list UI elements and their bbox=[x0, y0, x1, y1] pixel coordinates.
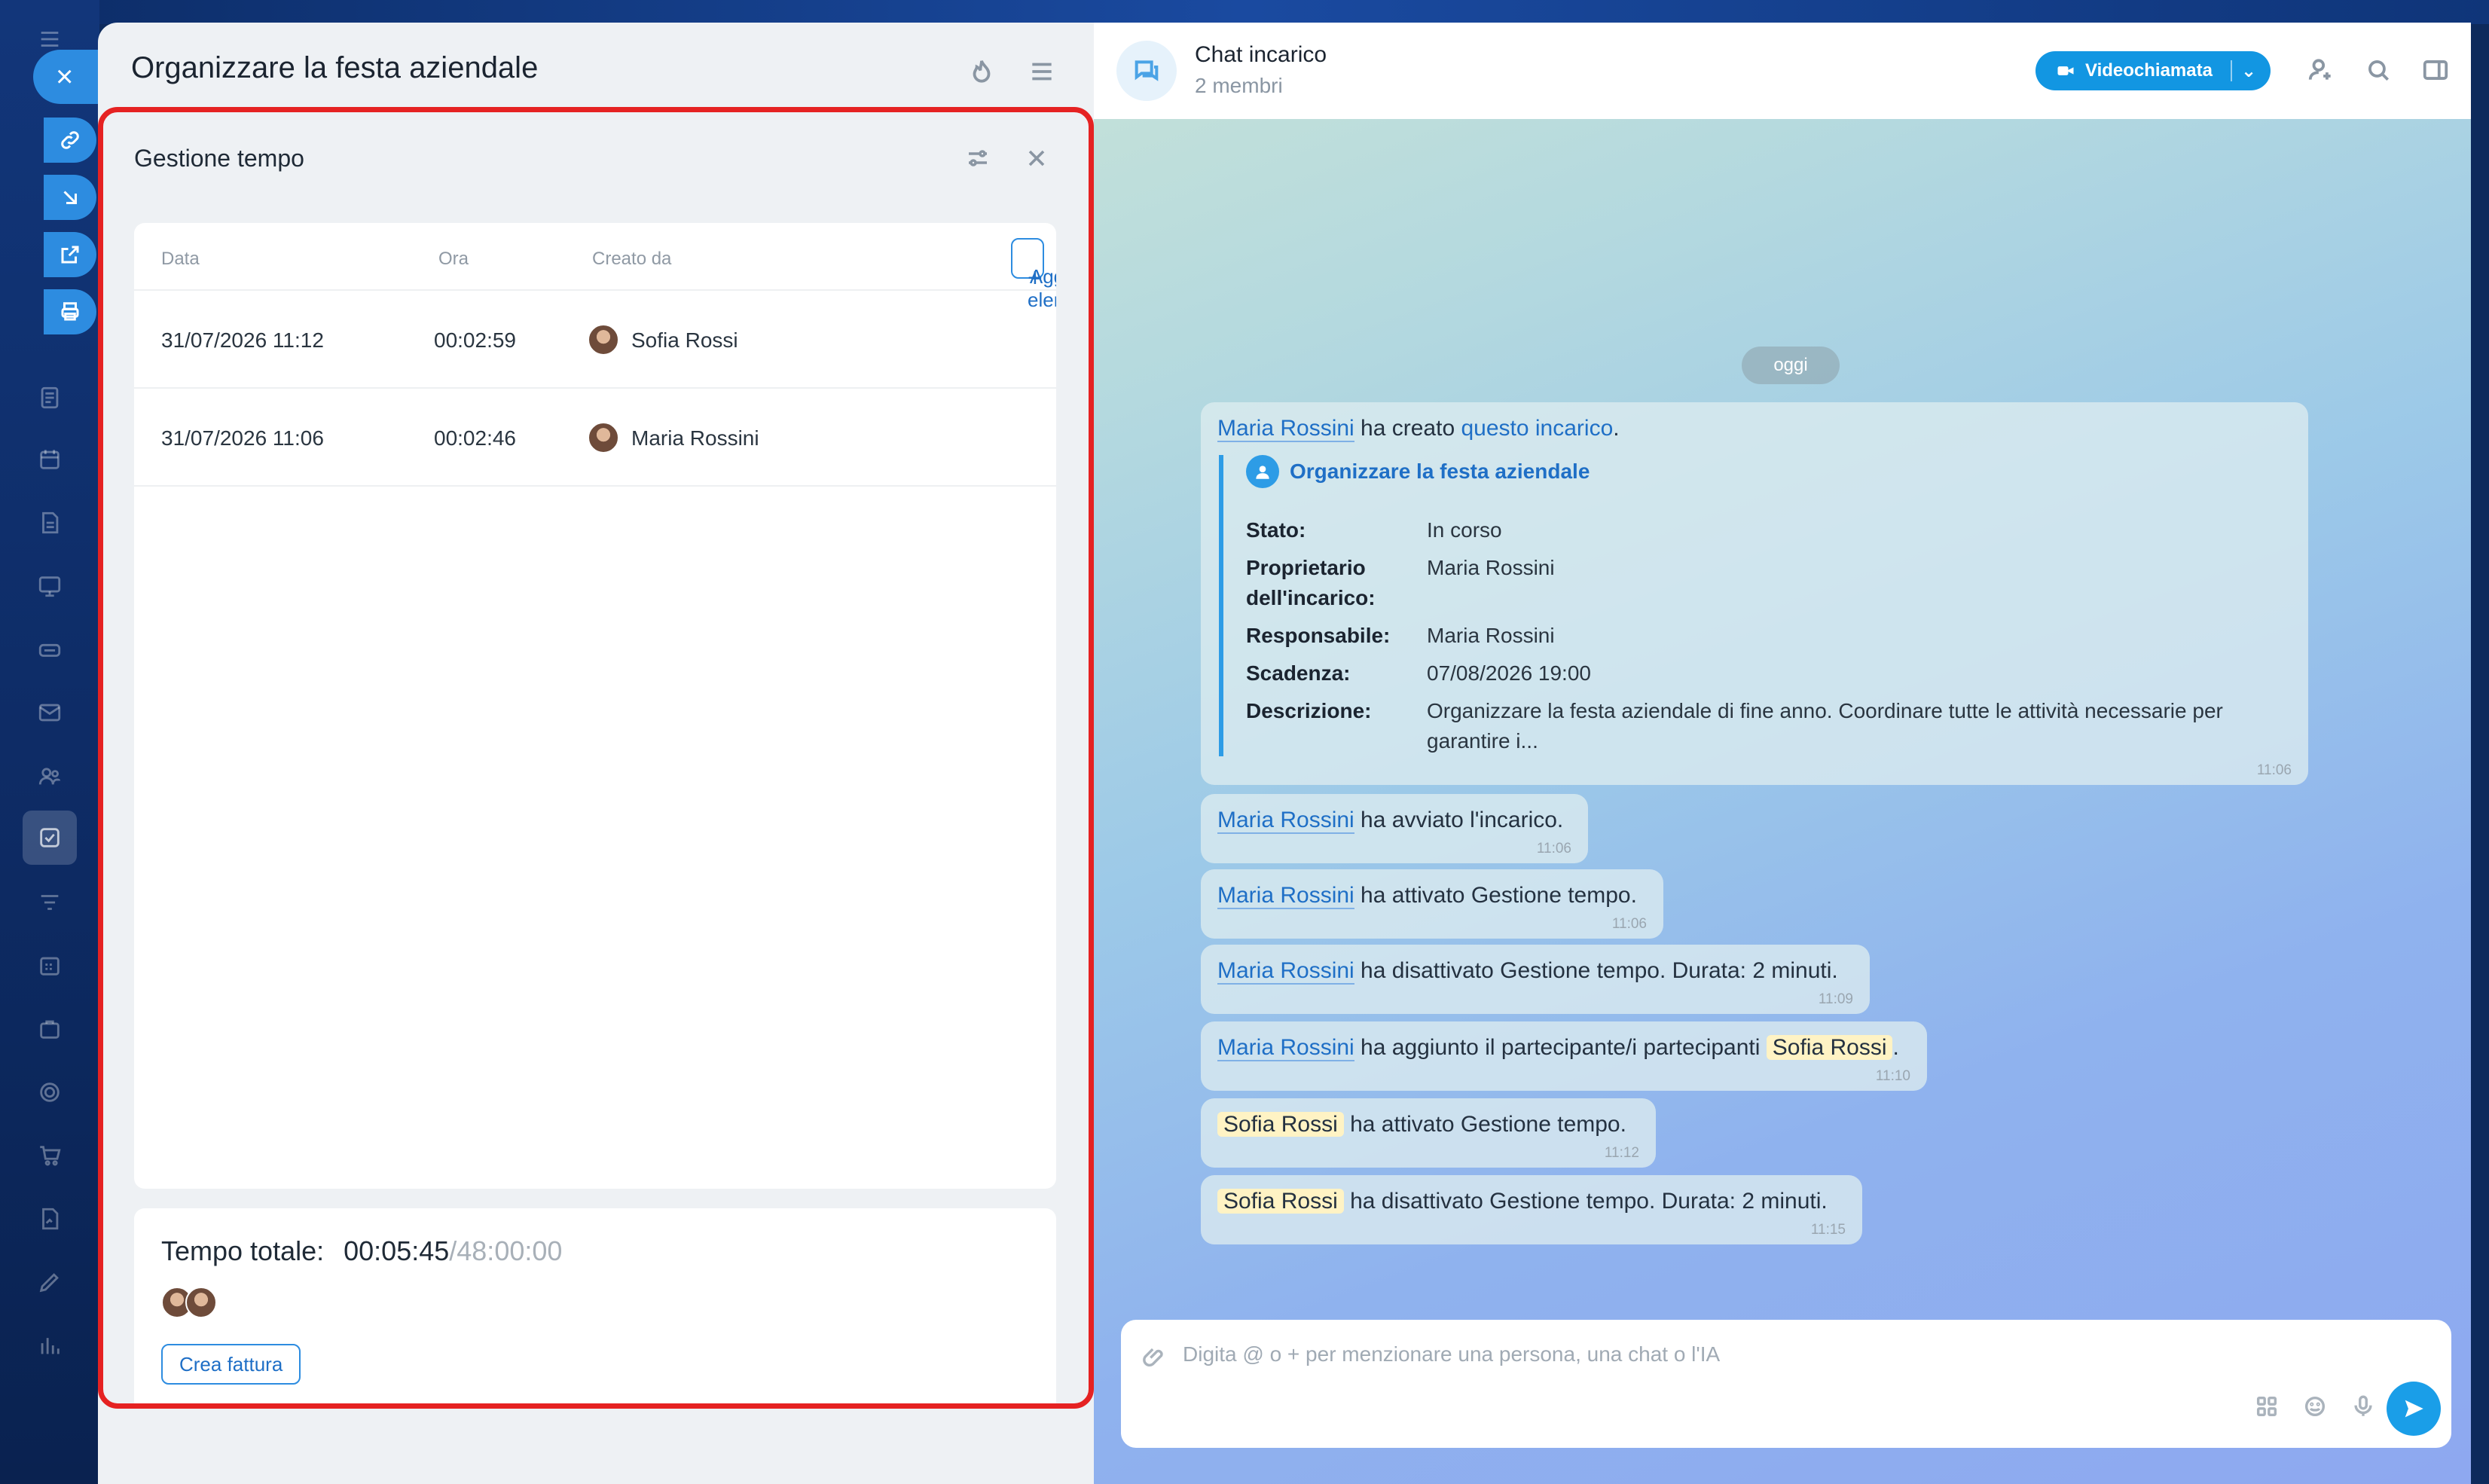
mention-chip[interactable]: Sofia Rossi bbox=[1766, 1035, 1893, 1060]
chat-name: Chat incarico bbox=[1195, 42, 1327, 67]
column-time: Ora bbox=[438, 249, 469, 269]
mention-chip[interactable]: Sofia Rossi bbox=[1217, 1189, 1344, 1214]
chat-message: Maria Rossini ha aggiunto il partecipant… bbox=[1201, 1021, 1927, 1091]
total-time-card: Tempo totale: 00:05:45/48:00:00 Crea fatt… bbox=[134, 1208, 1056, 1404]
table-row[interactable]: 31/07/2026 11:06 00:02:46 Maria Rossini bbox=[134, 389, 1056, 487]
printer-icon bbox=[61, 302, 79, 321]
print-button[interactable] bbox=[44, 289, 96, 334]
task-created-message: Maria Rossini ha creato questo incarico.… bbox=[1201, 402, 2308, 785]
author-link[interactable]: Maria Rossini bbox=[1217, 416, 1354, 442]
close-icon[interactable] bbox=[1023, 145, 1050, 172]
settings-sliders-icon[interactable] bbox=[964, 145, 991, 172]
cart-icon[interactable] bbox=[33, 1139, 66, 1172]
chart-icon[interactable] bbox=[33, 1329, 66, 1362]
send-icon bbox=[2405, 1400, 2423, 1418]
column-date: Data bbox=[161, 249, 200, 269]
create-invoice-button[interactable]: Crea fattura bbox=[161, 1344, 301, 1385]
video-camera-icon bbox=[2057, 66, 2074, 75]
arrow-down-right-icon bbox=[63, 191, 77, 204]
copy-link-button[interactable] bbox=[44, 118, 96, 163]
table-header: Data Ora Creato da + Aggiungi elemento bbox=[134, 223, 1056, 311]
flame-icon[interactable] bbox=[967, 57, 996, 86]
task-card-title[interactable]: Organizzare la festa aziendale bbox=[1246, 455, 2274, 488]
search-icon[interactable] bbox=[2364, 56, 2393, 84]
calendar-icon[interactable] bbox=[33, 443, 66, 476]
time-entries-table: Data Ora Creato da + Aggiungi elemento 3… bbox=[134, 223, 1056, 1189]
store-icon[interactable] bbox=[33, 1012, 66, 1046]
document-icon[interactable] bbox=[33, 506, 66, 539]
filter-icon[interactable] bbox=[33, 886, 66, 919]
total-time: Tempo totale: 00:05:45/48:00:00 bbox=[161, 1235, 563, 1266]
chat-message: Maria Rossini ha attivato Gestione tempo… bbox=[1201, 869, 1663, 939]
chat-avatar bbox=[1116, 41, 1177, 101]
send-button[interactable] bbox=[2387, 1382, 2441, 1436]
people-icon[interactable] bbox=[33, 759, 66, 792]
task-link[interactable]: questo incarico bbox=[1461, 416, 1613, 441]
mention-chip[interactable]: Sofia Rossi bbox=[1217, 1112, 1344, 1137]
apps-grid-icon[interactable] bbox=[2254, 1394, 2280, 1419]
task-title: Organizzare la festa aziendale bbox=[131, 51, 539, 84]
link-icon bbox=[61, 131, 79, 149]
chat-message: Maria Rossini ha avviato l'incarico. 11:… bbox=[1201, 794, 1588, 863]
microphone-icon[interactable] bbox=[2350, 1394, 2376, 1419]
sidebar-panel-icon[interactable] bbox=[2421, 56, 2450, 84]
chat-members[interactable]: 2 membri bbox=[1195, 74, 1283, 98]
add-element-button[interactable]: + Aggiungi elemento bbox=[1011, 238, 1056, 311]
message-composer bbox=[1121, 1320, 2451, 1448]
hamburger-menu-icon[interactable] bbox=[1028, 57, 1056, 86]
message-input[interactable] bbox=[1183, 1342, 2313, 1366]
open-new-window-button[interactable] bbox=[44, 232, 96, 277]
pen-icon[interactable] bbox=[33, 1266, 66, 1299]
avatar bbox=[588, 422, 619, 453]
chat-header: Chat incarico 2 membri Videochiamata ⌄ bbox=[1094, 23, 2471, 119]
minimize-button[interactable] bbox=[44, 175, 96, 220]
top-background bbox=[0, 0, 2489, 24]
avatar bbox=[185, 1287, 217, 1318]
table-row[interactable]: 31/07/2026 11:12 00:02:59 Sofia Rossi bbox=[134, 291, 1056, 389]
user-icon bbox=[1246, 455, 1279, 488]
video-call-button[interactable]: Videochiamata ⌄ bbox=[2035, 51, 2271, 90]
external-link-icon bbox=[61, 246, 79, 264]
avatar bbox=[588, 324, 619, 356]
close-icon: × bbox=[56, 60, 74, 93]
day-separator: oggi bbox=[1742, 347, 1840, 384]
add-user-icon[interactable] bbox=[2307, 56, 2335, 84]
feed-icon[interactable] bbox=[33, 381, 66, 414]
left-rail bbox=[0, 0, 99, 1484]
task-chat: Chat incarico 2 membri Videochiamata ⌄ o… bbox=[1094, 23, 2471, 1484]
tasks-icon[interactable] bbox=[23, 811, 77, 865]
column-created-by: Creato da bbox=[592, 249, 672, 269]
chevron-down-icon[interactable]: ⌄ bbox=[2241, 60, 2256, 82]
time-tracking-title: Gestione tempo bbox=[134, 145, 304, 172]
chat-message: Sofia Rossi ha disattivato Gestione temp… bbox=[1201, 1175, 1862, 1244]
mail-icon[interactable] bbox=[33, 696, 66, 729]
paperclip-icon bbox=[1143, 1348, 1163, 1367]
chat-bubble-icon bbox=[1135, 60, 1159, 81]
chat-message: Sofia Rossi ha attivato Gestione tempo. … bbox=[1201, 1098, 1656, 1168]
schedule-icon[interactable] bbox=[33, 949, 66, 982]
drive-icon[interactable] bbox=[33, 633, 66, 666]
target-icon[interactable] bbox=[33, 1076, 66, 1109]
board-icon[interactable] bbox=[33, 569, 66, 603]
attach-button[interactable] bbox=[1142, 1344, 1168, 1373]
task-card: Organizzare la festa aziendale Stato: In… bbox=[1219, 455, 2274, 756]
sign-icon[interactable] bbox=[33, 1202, 66, 1235]
task-card-fields: Stato: In corso Proprietario dell'incari… bbox=[1246, 518, 2223, 753]
emoji-icon[interactable] bbox=[2302, 1394, 2328, 1419]
chat-message: Maria Rossini ha disattivato Gestione te… bbox=[1201, 945, 1870, 1014]
